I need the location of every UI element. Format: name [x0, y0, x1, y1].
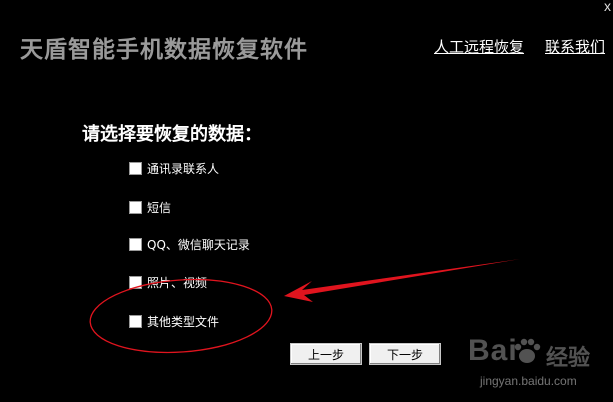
next-step-button[interactable]: 下一步	[369, 343, 441, 365]
other-files-checkbox[interactable]	[129, 314, 142, 328]
option-label: 其他类型文件	[147, 314, 220, 329]
remote-recovery-link[interactable]: 人工远程恢复	[434, 36, 524, 57]
red-arrow	[284, 259, 520, 302]
option-sms[interactable]: 短信	[129, 199, 171, 215]
chat-records-checkbox[interactable]	[129, 237, 142, 251]
watermark-brand-text: Bai	[468, 334, 518, 367]
photos-videos-checkbox[interactable]	[129, 275, 142, 289]
option-label: 照片、视频	[147, 275, 208, 290]
previous-step-button[interactable]: 上一步	[290, 343, 362, 365]
option-label: QQ、微信聊天记录	[147, 237, 250, 252]
option-label: 短信	[147, 200, 172, 215]
close-button[interactable]: x	[604, 0, 611, 14]
data-select-prompt: 请选择要恢复的数据：	[82, 124, 262, 145]
baidu-watermark: Bai 经验 jingyan.baidu.com	[448, 326, 608, 398]
contacts-checkbox[interactable]	[129, 161, 142, 175]
app-title: 天盾智能手机数据恢复软件	[20, 37, 308, 63]
option-label: 通讯录联系人	[147, 161, 220, 176]
option-photos-videos[interactable]: 照片、视频	[129, 274, 207, 290]
sms-checkbox[interactable]	[129, 200, 142, 214]
option-chat-records[interactable]: QQ、微信聊天记录	[129, 236, 250, 252]
watermark-url: jingyan.baidu.com	[480, 374, 577, 388]
paw-icon	[514, 338, 541, 363]
watermark-jingyan-text: 经验	[546, 346, 591, 371]
option-other-files[interactable]: 其他类型文件	[129, 313, 219, 329]
option-contacts[interactable]: 通讯录联系人	[129, 160, 219, 176]
contact-us-link[interactable]: 联系我们	[545, 36, 605, 57]
